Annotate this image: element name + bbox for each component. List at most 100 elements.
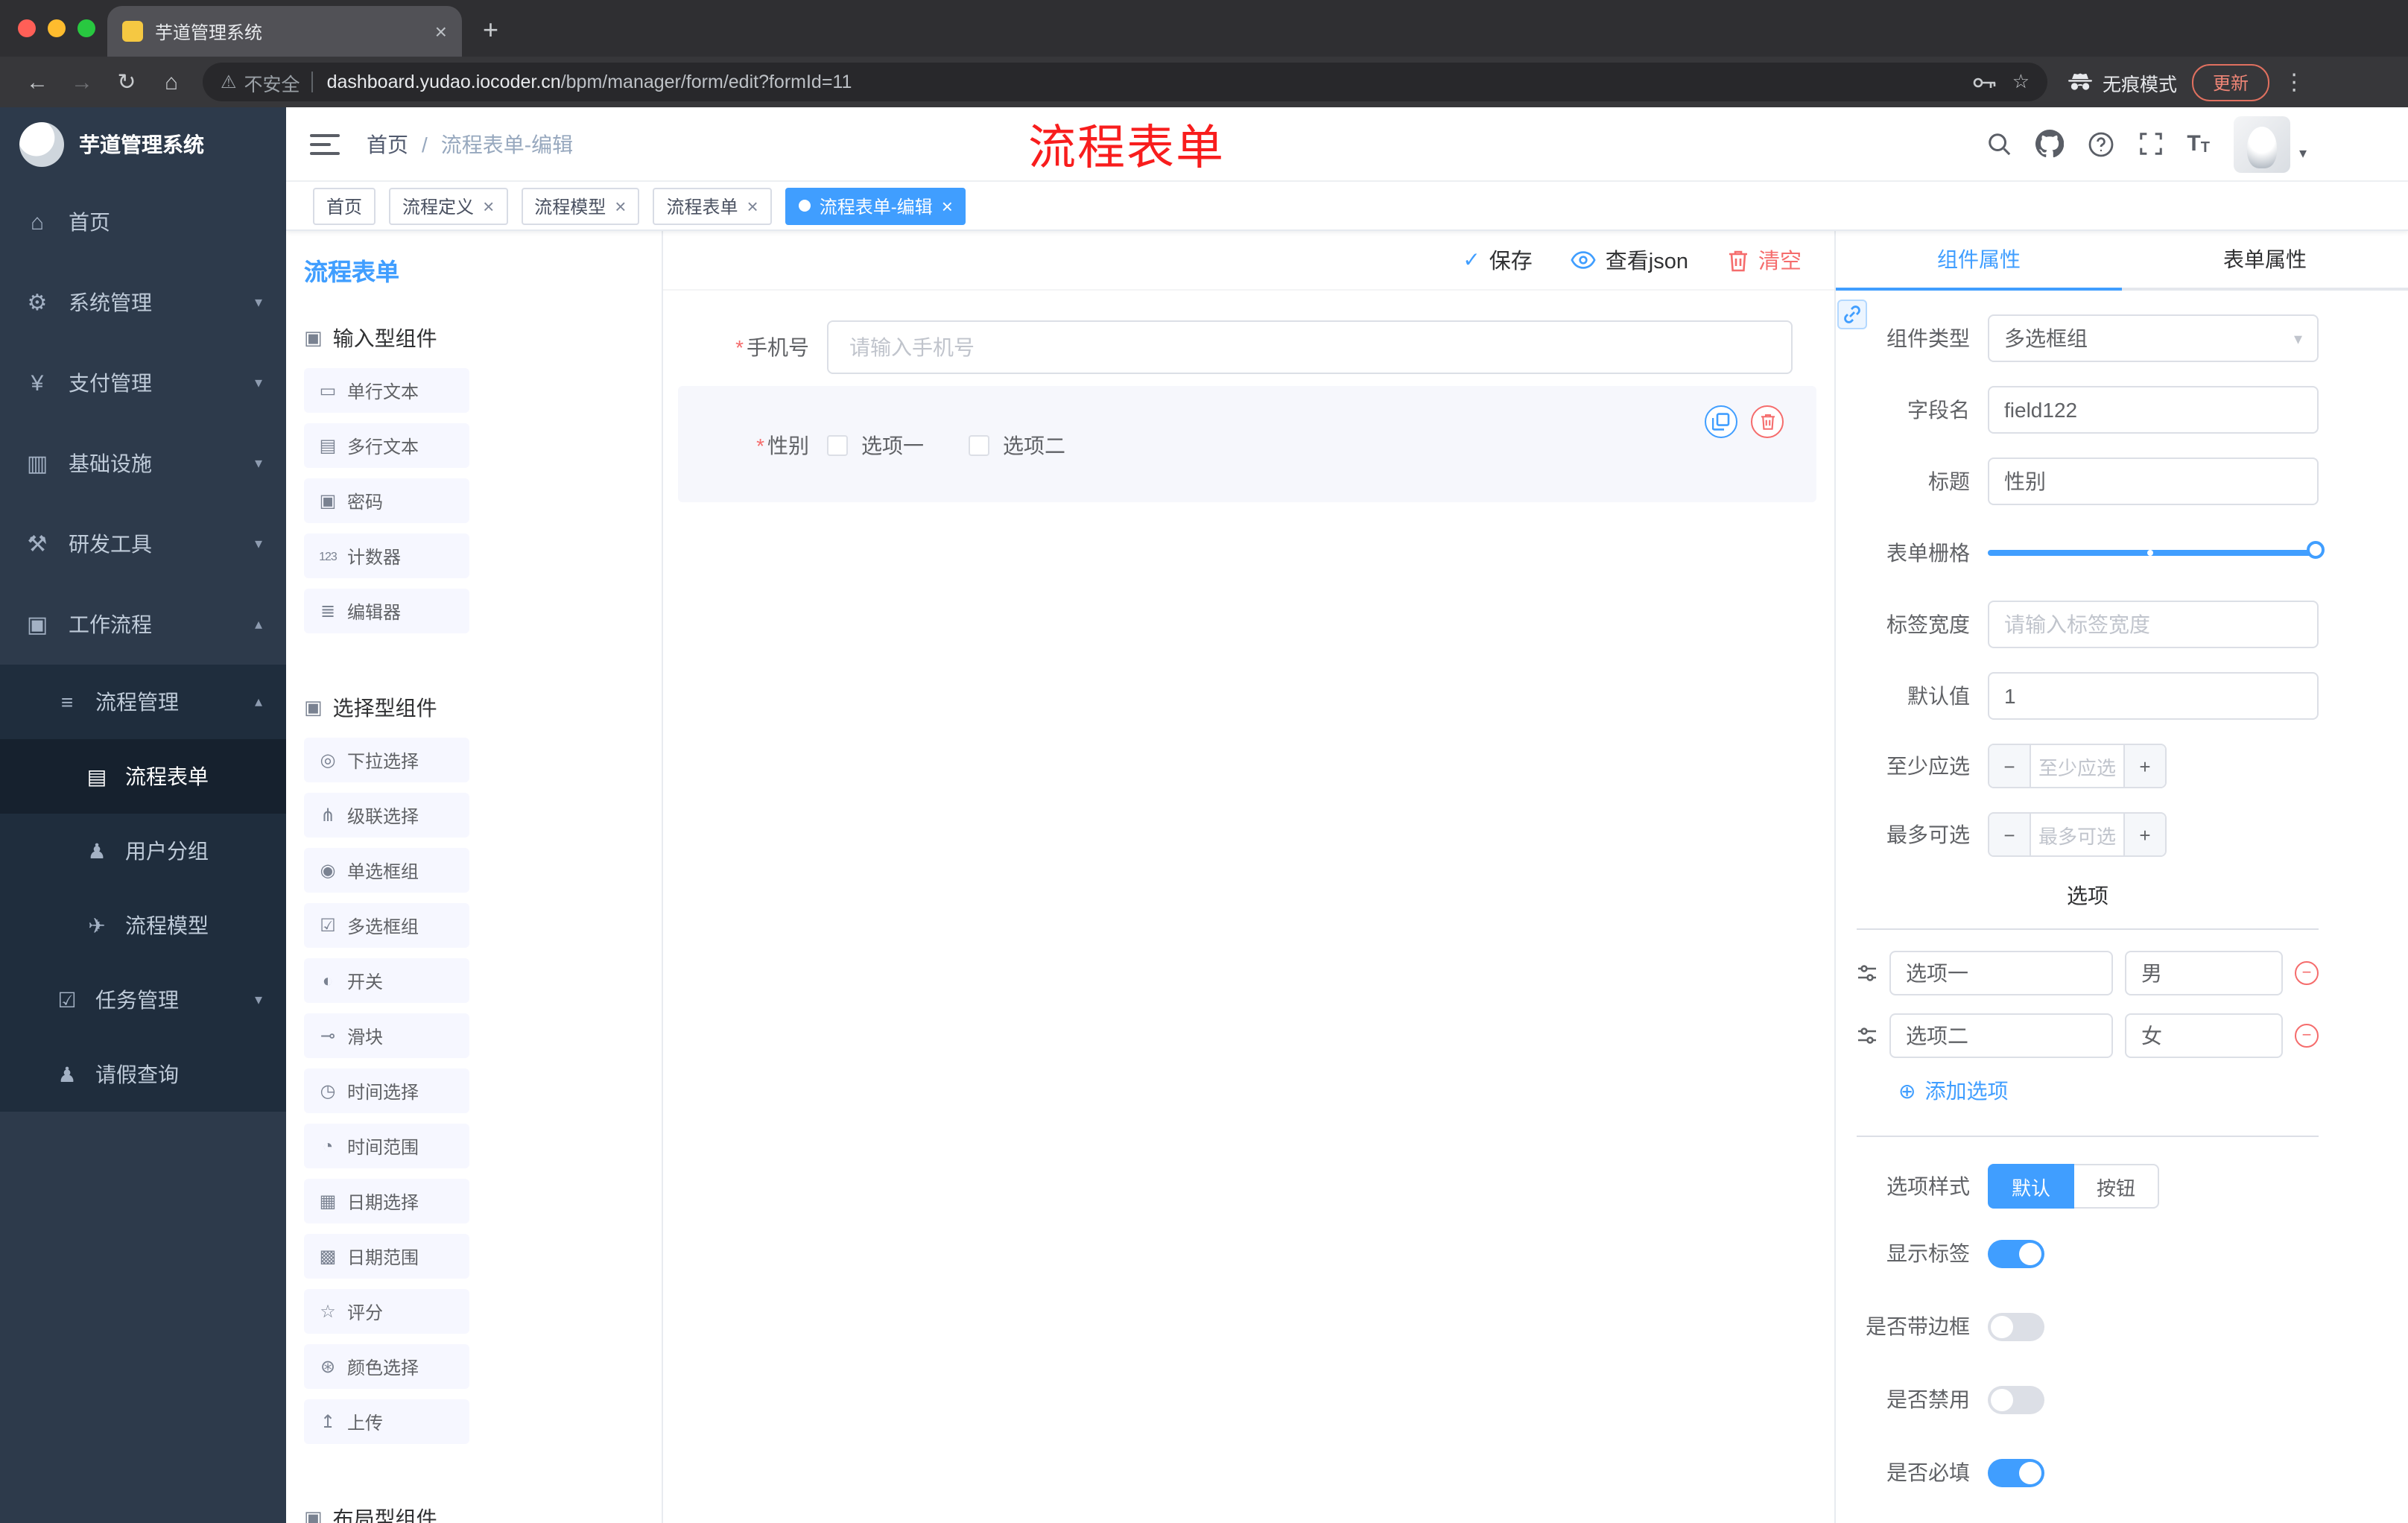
style-default-button[interactable]: 默认	[1988, 1164, 2075, 1209]
palette-item-color-picker[interactable]: ⊛ 颜色选择	[304, 1344, 469, 1389]
title-input[interactable]	[1988, 457, 2319, 505]
gender-option1-checkbox[interactable]: 选项一	[827, 431, 924, 460]
remove-option-button[interactable]: −	[2295, 961, 2319, 985]
window-close-button[interactable]	[18, 19, 36, 37]
stepper-minus-button[interactable]: −	[1989, 814, 2031, 855]
palette-item-counter[interactable]: 123 计数器	[304, 533, 469, 578]
sidebar-item-process-model[interactable]: ✈ 流程模型	[0, 888, 286, 963]
bookmark-star-icon[interactable]: ☆	[2012, 70, 2030, 94]
stepper-plus-button[interactable]: +	[2123, 745, 2165, 787]
default-value-input[interactable]	[1988, 672, 2319, 720]
github-icon[interactable]	[2035, 130, 2064, 158]
browser-tab[interactable]: 芋道管理系统 ×	[107, 6, 462, 57]
view-json-button[interactable]: 查看json	[1571, 244, 1688, 276]
palette-item-cascader[interactable]: ⋔ 级联选择	[304, 793, 469, 838]
palette-item-select[interactable]: ◎ 下拉选择	[304, 738, 469, 782]
option2-value-input[interactable]	[2125, 1013, 2283, 1058]
clear-button[interactable]: 清空	[1727, 244, 1802, 276]
fullscreen-icon[interactable]	[2138, 131, 2163, 156]
tag-process-definition[interactable]: 流程定义 ×	[389, 187, 508, 224]
palette-item-editor[interactable]: ≣ 编辑器	[304, 589, 469, 633]
sidebar-item-system[interactable]: ⚙ 系统管理 ▾	[0, 262, 286, 343]
palette-item-rate[interactable]: ☆ 评分	[304, 1289, 469, 1334]
sidebar-item-payment[interactable]: ¥ 支付管理 ▾	[0, 343, 286, 423]
option2-label-input[interactable]	[1889, 1013, 2113, 1058]
palette-item-date-picker[interactable]: ▦ 日期选择	[304, 1179, 469, 1223]
sidebar-item-task-mgmt[interactable]: ☑ 任务管理 ▾	[0, 963, 286, 1037]
tag-close-icon[interactable]: ×	[483, 196, 494, 215]
tab-form-props[interactable]: 表单属性	[2122, 231, 2408, 288]
palette-item-time-picker[interactable]: ◷ 时间选择	[304, 1068, 469, 1113]
form-board[interactable]: *手机号 *性别	[663, 291, 1834, 1523]
browser-menu-icon[interactable]: ⋮	[2283, 69, 2305, 95]
tag-process-model[interactable]: 流程模型 ×	[521, 187, 640, 224]
form-field-phone[interactable]: * 手机号	[678, 320, 1816, 374]
copy-field-button[interactable]	[1705, 405, 1737, 438]
delete-field-button[interactable]	[1751, 405, 1784, 438]
field-name-input[interactable]	[1988, 386, 2319, 434]
save-button[interactable]: ✓ 保存	[1463, 244, 1532, 276]
sidebar-item-devtools[interactable]: ⚒ 研发工具 ▾	[0, 504, 286, 584]
tag-process-form[interactable]: 流程表单 ×	[653, 187, 772, 224]
url-bar[interactable]: ⚠ 不安全 dashboard.yudao.iocoder.cn /bpm/ma…	[203, 63, 2047, 101]
window-minimize-button[interactable]	[48, 19, 66, 37]
palette-item-date-range[interactable]: ▩ 日期范围	[304, 1234, 469, 1279]
palette-item-checkbox-group[interactable]: ☑ 多选框组	[304, 903, 469, 948]
avatar[interactable]	[2233, 115, 2290, 172]
avatar-caret-icon[interactable]: ▾	[2299, 145, 2307, 162]
palette-item-radio-group[interactable]: ◉ 单选框组	[304, 848, 469, 893]
app-logo[interactable]: 芋道管理系统	[0, 107, 286, 182]
option1-value-input[interactable]	[2125, 951, 2283, 995]
slider-handle[interactable]	[2307, 541, 2325, 559]
border-switch[interactable]	[1988, 1312, 2044, 1340]
palette-item-password[interactable]: ▣ 密码	[304, 478, 469, 523]
disabled-switch[interactable]	[1988, 1385, 2044, 1413]
password-key-icon[interactable]	[1974, 75, 1997, 89]
breadcrumb-home[interactable]: 首页	[367, 129, 408, 159]
component-type-select[interactable]: 多选框组 ▾	[1988, 314, 2319, 362]
palette-item-time-range[interactable]: ◔ 时间范围	[304, 1124, 469, 1168]
add-option-button[interactable]: ⊕ 添加选项	[1898, 1076, 2319, 1106]
option1-label-input[interactable]	[1889, 951, 2113, 995]
search-icon[interactable]	[1986, 131, 2011, 156]
tag-process-form-edit[interactable]: 流程表单-编辑 ×	[785, 187, 966, 224]
sidebar-item-workflow[interactable]: ▣ 工作流程 ▴	[0, 584, 286, 665]
min-select-value[interactable]: 至少应选	[2031, 745, 2123, 787]
back-icon[interactable]: ←	[15, 69, 60, 95]
tag-close-icon[interactable]: ×	[942, 196, 953, 215]
palette-item-upload[interactable]: ↥ 上传	[304, 1399, 469, 1444]
tab-close-icon[interactable]: ×	[435, 21, 447, 42]
link-icon[interactable]	[1837, 300, 1867, 329]
sidebar-item-home[interactable]: ⌂ 首页	[0, 182, 286, 262]
max-select-value[interactable]: 最多可选	[2031, 814, 2123, 855]
stepper-minus-button[interactable]: −	[1989, 745, 2031, 787]
tab-component-props[interactable]: 组件属性	[1836, 231, 2122, 288]
tag-close-icon[interactable]: ×	[747, 196, 758, 215]
reload-icon[interactable]: ↻	[104, 69, 149, 95]
font-size-icon[interactable]: TT	[2187, 131, 2210, 156]
palette-item-switch[interactable]: ◐ 开关	[304, 958, 469, 1003]
tag-home[interactable]: 首页	[313, 187, 376, 224]
sidebar-item-leave-query[interactable]: ♟ 请假查询	[0, 1037, 286, 1112]
style-button-button[interactable]: 按钮	[2074, 1164, 2160, 1209]
label-width-input[interactable]	[1988, 601, 2319, 648]
sidebar-item-process-mgmt[interactable]: ≡ 流程管理 ▴	[0, 665, 286, 739]
sidebar-item-infrastructure[interactable]: ▥ 基础设施 ▾	[0, 423, 286, 504]
palette-item-single-text[interactable]: ▭ 单行文本	[304, 368, 469, 413]
hamburger-icon[interactable]	[310, 132, 340, 156]
forward-icon[interactable]: →	[60, 69, 104, 95]
remove-option-button[interactable]: −	[2295, 1024, 2319, 1048]
drag-handle-icon[interactable]	[1857, 963, 1878, 984]
phone-input[interactable]	[827, 320, 1793, 374]
security-label[interactable]: 不安全	[244, 68, 300, 96]
sidebar-item-process-form[interactable]: ▤ 流程表单	[0, 739, 286, 814]
palette-item-textarea[interactable]: ▤ 多行文本	[304, 423, 469, 468]
drag-handle-icon[interactable]	[1857, 1025, 1878, 1046]
required-switch[interactable]	[1988, 1458, 2044, 1486]
window-zoom-button[interactable]	[77, 19, 95, 37]
browser-home-icon[interactable]: ⌂	[149, 69, 194, 95]
palette-item-slider[interactable]: ⊸ 滑块	[304, 1013, 469, 1058]
grid-span-slider[interactable]	[1988, 529, 2325, 577]
new-tab-button[interactable]: +	[483, 16, 498, 43]
sidebar-item-user-group[interactable]: ♟ 用户分组	[0, 814, 286, 888]
